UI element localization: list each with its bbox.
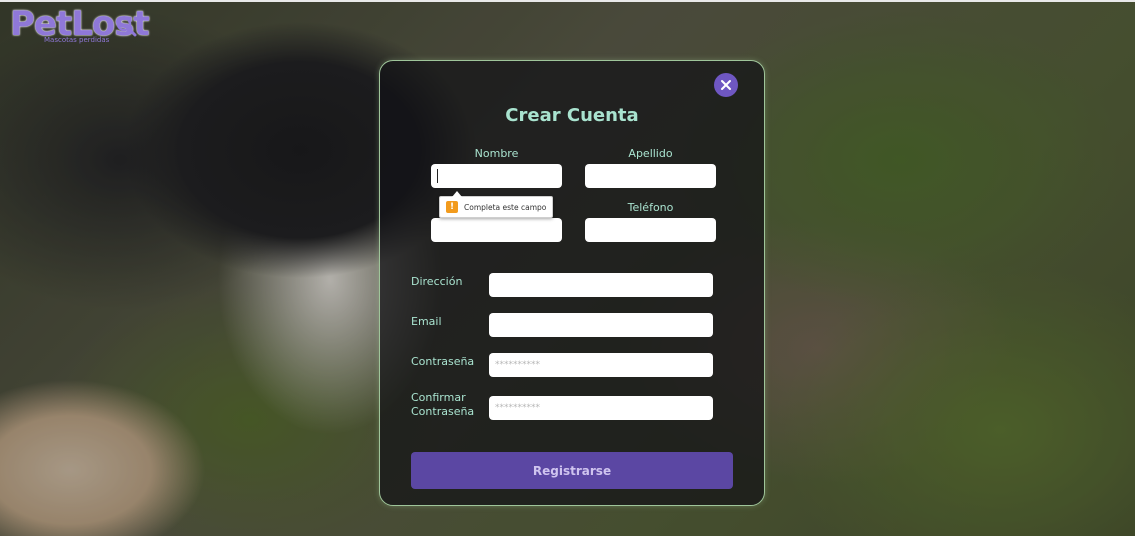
email-label: Email (411, 315, 442, 328)
tooltip-text: Completa este campo (464, 202, 547, 212)
register-button[interactable]: Registrarse (411, 452, 733, 489)
telefono-field[interactable] (585, 218, 716, 242)
direccion-field[interactable] (489, 273, 713, 297)
direccion-label: Dirección (411, 275, 463, 288)
validation-tooltip: ! Completa este campo (439, 191, 553, 218)
top-border (0, 0, 1135, 2)
nombre-wrapper (431, 164, 562, 188)
text-caret (437, 169, 438, 183)
modal-title: Crear Cuenta (505, 105, 639, 126)
confirmar-label-line1: Confirmar (411, 391, 466, 404)
second-row-left-field[interactable] (431, 218, 562, 242)
warning-icon: ! (446, 201, 458, 213)
apellido-field[interactable] (585, 164, 716, 188)
email-field[interactable] (489, 313, 713, 337)
nombre-field[interactable] (431, 164, 562, 188)
close-button[interactable] (714, 73, 738, 97)
apellido-label: Apellido (628, 147, 673, 160)
register-modal: Crear Cuenta Nombre Apellido Teléfono ! … (379, 60, 765, 506)
close-icon (721, 80, 731, 90)
password-field[interactable] (489, 353, 713, 377)
petlost-logo[interactable]: PetLost Mascotas perdidas (10, 4, 150, 48)
confirmar-label-line2: Contraseña (411, 405, 475, 418)
contrasena-label: Contraseña (411, 355, 475, 368)
telefono-label: Teléfono (627, 201, 674, 214)
nombre-label: Nombre (474, 147, 519, 160)
logo-subtitle: Mascotas perdidas (44, 36, 110, 44)
confirm-password-field[interactable] (489, 396, 713, 420)
magnifier-icon (116, 16, 137, 37)
